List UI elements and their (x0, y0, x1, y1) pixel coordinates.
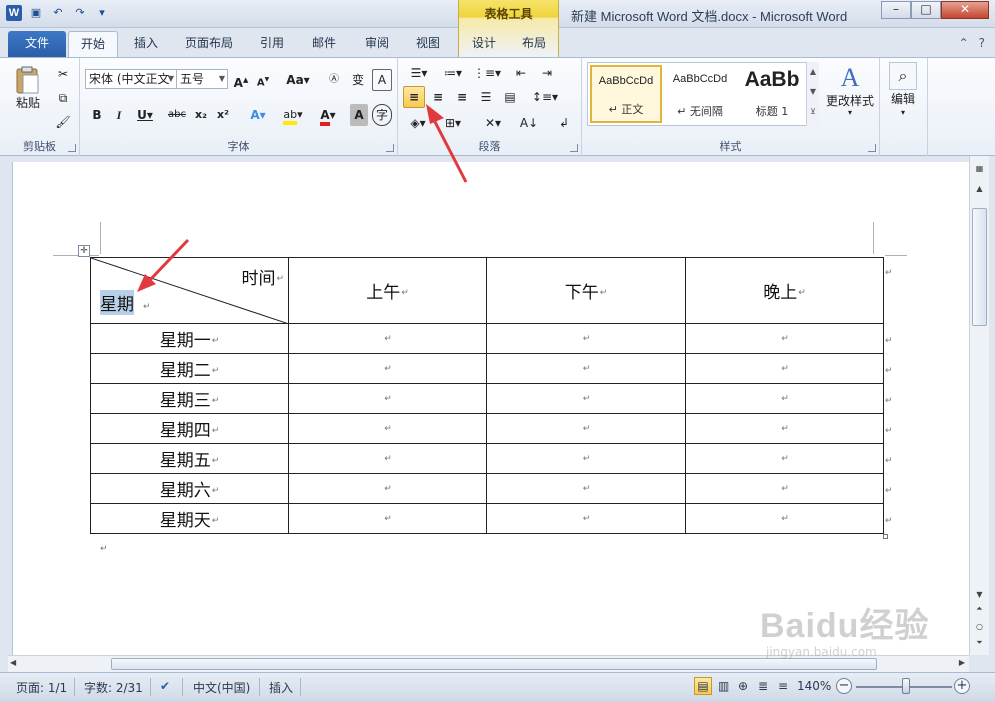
watermark-url: jingyan.baidu.com (766, 645, 877, 659)
previous-page-icon[interactable]: ⏶ (970, 604, 989, 614)
watermark-brand: Baidu经验 (760, 607, 930, 645)
vertical-scrollbar[interactable]: ▦ ▲ ▼ ⏶ ○ ⏷ (969, 156, 989, 655)
browse-object-icon[interactable]: ○ (970, 622, 989, 631)
status-separator (182, 678, 183, 696)
next-page-icon[interactable]: ⏷ (970, 638, 989, 648)
word-count[interactable]: 字数: 2/31 (84, 679, 143, 696)
zoom-in-button[interactable]: + (954, 678, 970, 694)
scroll-left-icon[interactable]: ◀ (10, 658, 16, 667)
vertical-scroll-thumb[interactable] (972, 208, 987, 326)
language-indicator[interactable]: 中文(中国) (193, 679, 250, 696)
ruler-toggle-icon[interactable]: ▦ (970, 164, 989, 173)
print-layout-view-icon[interactable]: ▤ (694, 677, 712, 695)
draft-view-icon[interactable]: ≡ (778, 679, 788, 693)
annotation-arrows (137, 104, 468, 292)
arrow-to-align-left (431, 117, 468, 183)
arrow-to-selection (148, 238, 190, 282)
horizontal-scroll-thumb[interactable] (111, 658, 877, 670)
page-count[interactable]: 页面: 1/1 (16, 679, 67, 696)
status-separator (150, 678, 151, 696)
outline-view-icon[interactable]: ≣ (758, 679, 768, 693)
scroll-right-icon[interactable]: ▶ (959, 658, 965, 667)
full-screen-reading-icon[interactable]: ▥ (718, 679, 729, 693)
scroll-down-icon[interactable]: ▼ (970, 590, 989, 599)
zoom-slider-thumb[interactable] (902, 678, 910, 694)
scroll-up-icon[interactable]: ▲ (970, 184, 989, 193)
baidu-watermark: Baidu经验 jingyan.baidu.com (760, 598, 950, 659)
status-separator (74, 678, 75, 696)
status-separator (300, 678, 301, 696)
web-layout-icon[interactable]: ⊕ (738, 679, 748, 693)
arrow-head (426, 104, 444, 124)
insert-mode-indicator[interactable]: 插入 (269, 679, 293, 696)
status-bar: 页面: 1/1 字数: 2/31 ✔ 中文(中国) 插入 ▤ ▥ ⊕ ≣ ≡ 1… (0, 672, 995, 702)
status-separator (259, 678, 260, 696)
zoom-out-button[interactable]: − (836, 678, 852, 694)
zoom-level[interactable]: 140% (797, 679, 831, 693)
proofing-icon[interactable]: ✔ (160, 679, 170, 693)
